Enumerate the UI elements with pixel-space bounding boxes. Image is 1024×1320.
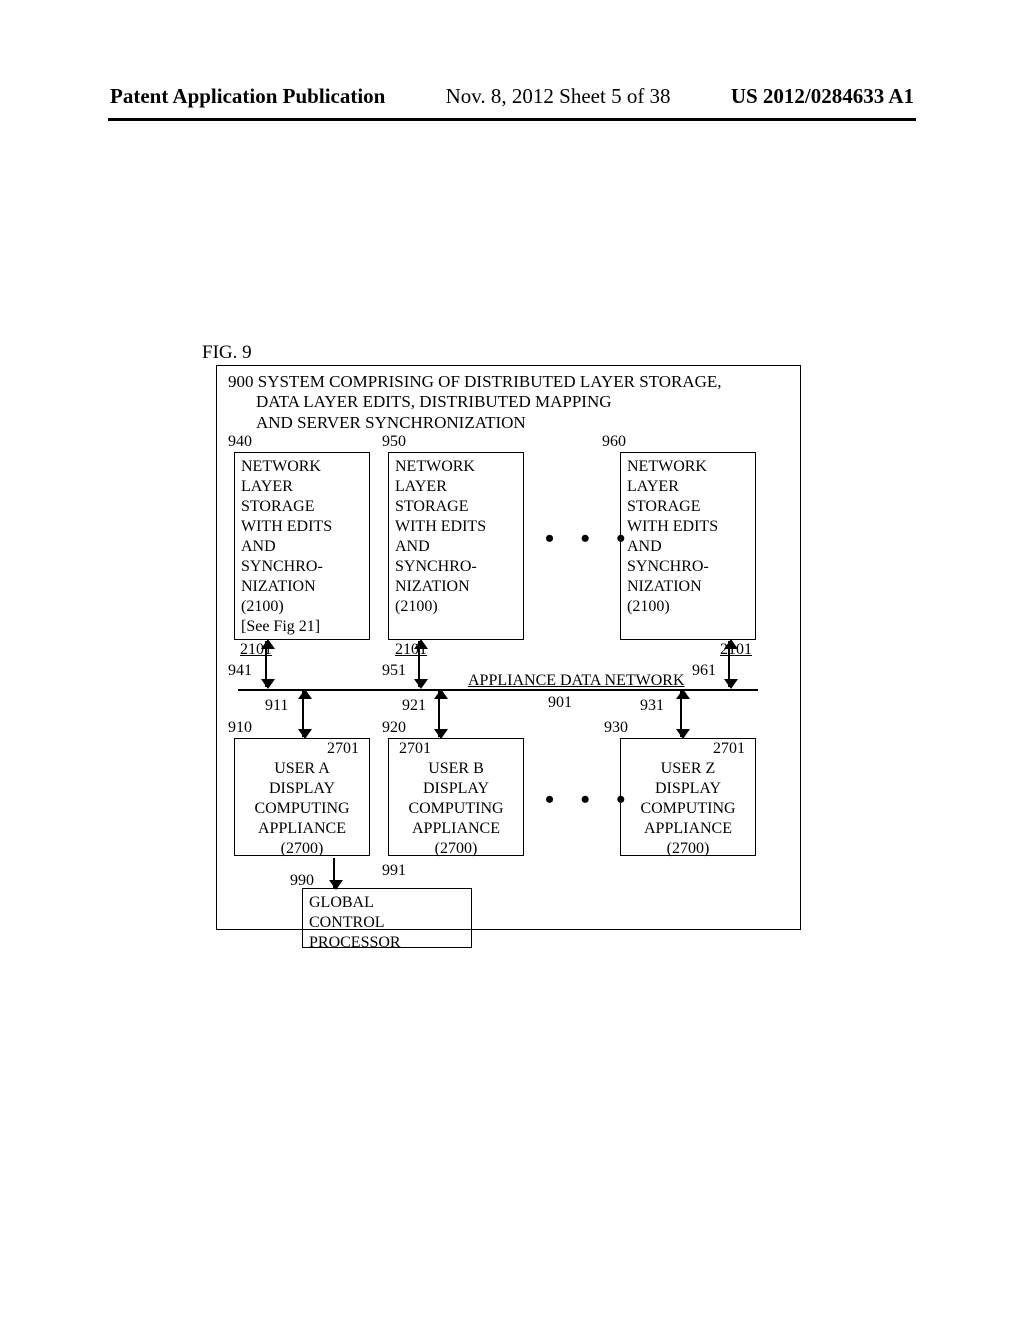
user-line: APPLIANCE [241, 819, 363, 839]
global-line: CONTROL [309, 913, 465, 933]
arrow-911 [302, 691, 304, 737]
user-line: APPLIANCE [395, 819, 517, 839]
storage-line: LAYER [241, 477, 363, 497]
patent-page: Patent Application Publication Nov. 8, 2… [0, 0, 1024, 1320]
storage-line: AND [627, 537, 749, 557]
storage-line: LAYER [627, 477, 749, 497]
user-line: COMPUTING [627, 799, 749, 819]
system-title-line2: DATA LAYER EDITS, DISTRIBUTED MAPPING [228, 392, 722, 412]
arrow-941 [265, 641, 267, 687]
system-title: 900 SYSTEM COMPRISING OF DISTRIBUTED LAY… [228, 372, 722, 433]
storage-line: SYNCHRO- [627, 557, 749, 577]
page-header: Patent Application Publication Nov. 8, 2… [0, 84, 1024, 109]
ref-951: 951 [382, 662, 406, 680]
ellipsis-dots-bottom: • • • [545, 785, 635, 815]
header-date-sheet: Nov. 8, 2012 Sheet 5 of 38 [385, 84, 730, 109]
ref-931: 931 [640, 697, 664, 715]
global-line: PROCESSOR [309, 933, 465, 953]
storage-line: NETWORK [627, 457, 749, 477]
global-control-box: GLOBAL CONTROL PROCESSOR [302, 888, 472, 948]
storage-line: NIZATION [395, 577, 517, 597]
ref-901: 901 [548, 694, 572, 712]
header-pub-number: US 2012/0284633 A1 [731, 84, 914, 109]
storage-line: NIZATION [627, 577, 749, 597]
figure-label: FIG. 9 [202, 342, 252, 364]
arrow-991 [333, 858, 335, 888]
storage-line: WITH EDITS [627, 517, 749, 537]
ellipsis-dots-top: • • • [545, 524, 635, 554]
user-line: (2700) [627, 839, 749, 859]
ref-941: 941 [228, 662, 252, 680]
ref-911: 911 [265, 697, 288, 715]
user-line: COMPUTING [395, 799, 517, 819]
ref-961: 961 [692, 662, 716, 680]
storage-box-950: NETWORK LAYER STORAGE WITH EDITS AND SYN… [388, 452, 524, 640]
storage-line: AND [241, 537, 363, 557]
storage-line: WITH EDITS [395, 517, 517, 537]
ref-921: 921 [402, 697, 426, 715]
header-rule [108, 118, 916, 121]
storage-line: SYNCHRO- [395, 557, 517, 577]
arrow-921 [438, 691, 440, 737]
ref-940: 940 [228, 433, 252, 451]
ref-2701-a: 2701 [327, 739, 359, 759]
user-line: DISPLAY [395, 779, 517, 799]
arrow-931 [680, 691, 682, 737]
storage-box-960: NETWORK LAYER STORAGE WITH EDITS AND SYN… [620, 452, 756, 640]
storage-line: NETWORK [395, 457, 517, 477]
user-line: USER B [395, 759, 517, 779]
storage-line: STORAGE [395, 497, 517, 517]
storage-box-940: NETWORK LAYER STORAGE WITH EDITS AND SYN… [234, 452, 370, 640]
storage-line: STORAGE [241, 497, 363, 517]
storage-line: STORAGE [627, 497, 749, 517]
system-title-line3: AND SERVER SYNCHRONIZATION [228, 413, 722, 433]
ref-930: 930 [604, 719, 628, 737]
ref-950: 950 [382, 433, 406, 451]
storage-line: WITH EDITS [241, 517, 363, 537]
storage-line: SYNCHRO- [241, 557, 363, 577]
storage-line: LAYER [395, 477, 517, 497]
ref-960: 960 [602, 433, 626, 451]
global-line: GLOBAL [309, 893, 465, 913]
ref-920: 920 [382, 719, 406, 737]
user-line: COMPUTING [241, 799, 363, 819]
ref-991: 991 [382, 862, 406, 880]
ref-2701-c: 2701 [713, 739, 745, 759]
storage-line: (2100) [627, 597, 749, 617]
network-label: APPLIANCE DATA NETWORK [468, 672, 685, 690]
ref-2701-b: 2701 [399, 739, 431, 759]
user-line: USER Z [627, 759, 749, 779]
storage-line: AND [395, 537, 517, 557]
user-box-z: 2701 USER Z DISPLAY COMPUTING APPLIANCE … [620, 738, 756, 856]
user-line: (2700) [241, 839, 363, 859]
user-line: USER A [241, 759, 363, 779]
user-line: DISPLAY [627, 779, 749, 799]
system-title-line1: 900 SYSTEM COMPRISING OF DISTRIBUTED LAY… [228, 372, 722, 392]
storage-line: [See Fig 21] [241, 617, 363, 637]
user-box-b: 2701 USER B DISPLAY COMPUTING APPLIANCE … [388, 738, 524, 856]
ref-910: 910 [228, 719, 252, 737]
user-line: APPLIANCE [627, 819, 749, 839]
arrow-951 [418, 641, 420, 687]
user-box-a: 2701 USER A DISPLAY COMPUTING APPLIANCE … [234, 738, 370, 856]
storage-line: (2100) [395, 597, 517, 617]
arrow-961 [728, 641, 730, 687]
storage-line: (2100) [241, 597, 363, 617]
storage-line: NIZATION [241, 577, 363, 597]
storage-line: NETWORK [241, 457, 363, 477]
header-publication: Patent Application Publication [110, 84, 385, 109]
user-line: (2700) [395, 839, 517, 859]
user-line: DISPLAY [241, 779, 363, 799]
